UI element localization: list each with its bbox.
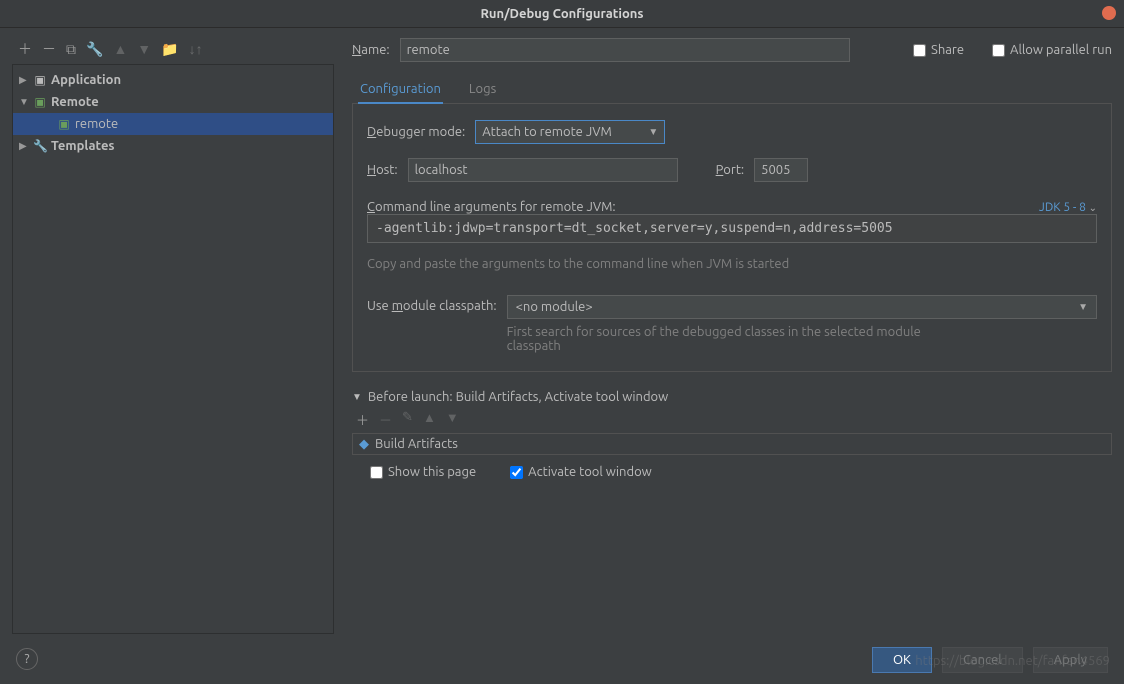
application-icon: ▣ xyxy=(33,73,47,87)
host-label: Host: xyxy=(367,163,398,177)
module-hint: First search for sources of the debugged… xyxy=(507,325,947,353)
remote-config-icon: ▣ xyxy=(57,117,71,131)
sort-icon[interactable]: ↓↑ xyxy=(189,41,203,57)
chevron-right-icon: ▶ xyxy=(19,140,29,152)
cmd-label: Command line arguments for remote JVM: xyxy=(367,200,616,214)
apply-button[interactable]: Apply xyxy=(1033,647,1108,673)
config-toolbar: ＋ － ⧉ 🔧 ▲ ▼ 📁 ↓↑ xyxy=(12,36,334,62)
before-launch-list[interactable]: ◆ Build Artifacts xyxy=(352,433,1112,455)
tree-item-remote[interactable]: ▼ ▣ Remote xyxy=(13,91,333,113)
copy-icon[interactable]: ⧉ xyxy=(66,41,76,58)
cancel-button[interactable]: Cancel xyxy=(942,647,1023,673)
activate-tool-checkbox[interactable]: Activate tool window xyxy=(510,465,652,479)
up-icon[interactable]: ▲ xyxy=(423,410,436,429)
host-input[interactable] xyxy=(408,158,678,182)
tree-item-application[interactable]: ▶ ▣ Application xyxy=(13,69,333,91)
port-label: Port: xyxy=(716,163,745,177)
right-panel: Name: Share Allow parallel run Configura… xyxy=(334,36,1112,634)
edit-icon[interactable]: ✎ xyxy=(402,410,413,429)
down-icon[interactable]: ▼ xyxy=(446,410,459,429)
chevron-down-icon: ▼ xyxy=(648,126,658,138)
tabs: Configuration Logs xyxy=(352,78,1112,104)
config-tree: ▶ ▣ Application ▼ ▣ Remote ▣ remote ▶ 🔧 … xyxy=(12,64,334,634)
down-icon[interactable]: ▼ xyxy=(137,41,151,57)
cmdline-field[interactable]: -agentlib:jdwp=transport=dt_socket,serve… xyxy=(367,214,1097,243)
name-input[interactable] xyxy=(400,38,850,62)
remove-icon[interactable]: － xyxy=(379,410,392,429)
before-launch-toolbar: ＋ － ✎ ▲ ▼ xyxy=(352,410,1112,429)
tree-item-remote-config[interactable]: ▣ remote xyxy=(13,113,333,135)
debugger-mode-label: Debugger mode: xyxy=(367,125,465,139)
window-title: Run/Debug Configurations xyxy=(480,7,643,21)
chevron-down-icon: ▼ xyxy=(19,96,29,108)
share-checkbox[interactable]: Share xyxy=(913,43,964,57)
remove-icon[interactable]: － xyxy=(42,39,56,59)
titlebar: Run/Debug Configurations xyxy=(0,0,1124,28)
port-input[interactable] xyxy=(754,158,808,182)
up-icon[interactable]: ▲ xyxy=(113,41,127,57)
add-icon[interactable]: ＋ xyxy=(18,39,32,59)
tab-configuration[interactable]: Configuration xyxy=(358,78,443,104)
debugger-mode-select[interactable]: Attach to remote JVM ▼ xyxy=(475,120,665,144)
remote-icon: ▣ xyxy=(33,95,47,109)
cmd-hint: Copy and paste the arguments to the comm… xyxy=(367,257,1097,271)
module-label: Use module classpath: xyxy=(367,295,497,313)
close-icon[interactable] xyxy=(1102,6,1116,20)
ok-button[interactable]: OK xyxy=(872,647,932,673)
add-icon[interactable]: ＋ xyxy=(356,410,369,429)
before-launch-section: ▼ Before launch: Build Artifacts, Activa… xyxy=(352,390,1112,479)
left-panel: ＋ － ⧉ 🔧 ▲ ▼ 📁 ↓↑ ▶ ▣ Application ▼ ▣ Rem… xyxy=(12,36,334,634)
folder-icon[interactable]: 📁 xyxy=(161,41,178,58)
dialog-footer: OK Cancel Apply xyxy=(0,636,1124,684)
name-label: Name: xyxy=(352,43,390,57)
chevron-right-icon: ▶ xyxy=(19,74,29,86)
tree-item-templates[interactable]: ▶ 🔧 Templates xyxy=(13,135,333,157)
jdk-selector[interactable]: JDK 5 - 8 ⌄ xyxy=(1039,201,1097,214)
chevron-down-icon: ▼ xyxy=(1078,301,1088,313)
artifact-icon: ◆ xyxy=(359,437,369,452)
form-area: Debugger mode: Attach to remote JVM ▼ Ho… xyxy=(352,104,1112,372)
wrench-icon: 🔧 xyxy=(33,139,47,153)
wrench-icon[interactable]: 🔧 xyxy=(86,41,103,58)
show-this-page-checkbox[interactable]: Show this page xyxy=(370,465,476,479)
chevron-down-icon: ▼ xyxy=(352,391,362,403)
module-select[interactable]: <no module> ▼ xyxy=(507,295,1097,319)
allow-parallel-checkbox[interactable]: Allow parallel run xyxy=(992,43,1112,57)
tab-logs[interactable]: Logs xyxy=(467,78,498,103)
before-launch-header[interactable]: ▼ Before launch: Build Artifacts, Activa… xyxy=(352,390,1112,404)
